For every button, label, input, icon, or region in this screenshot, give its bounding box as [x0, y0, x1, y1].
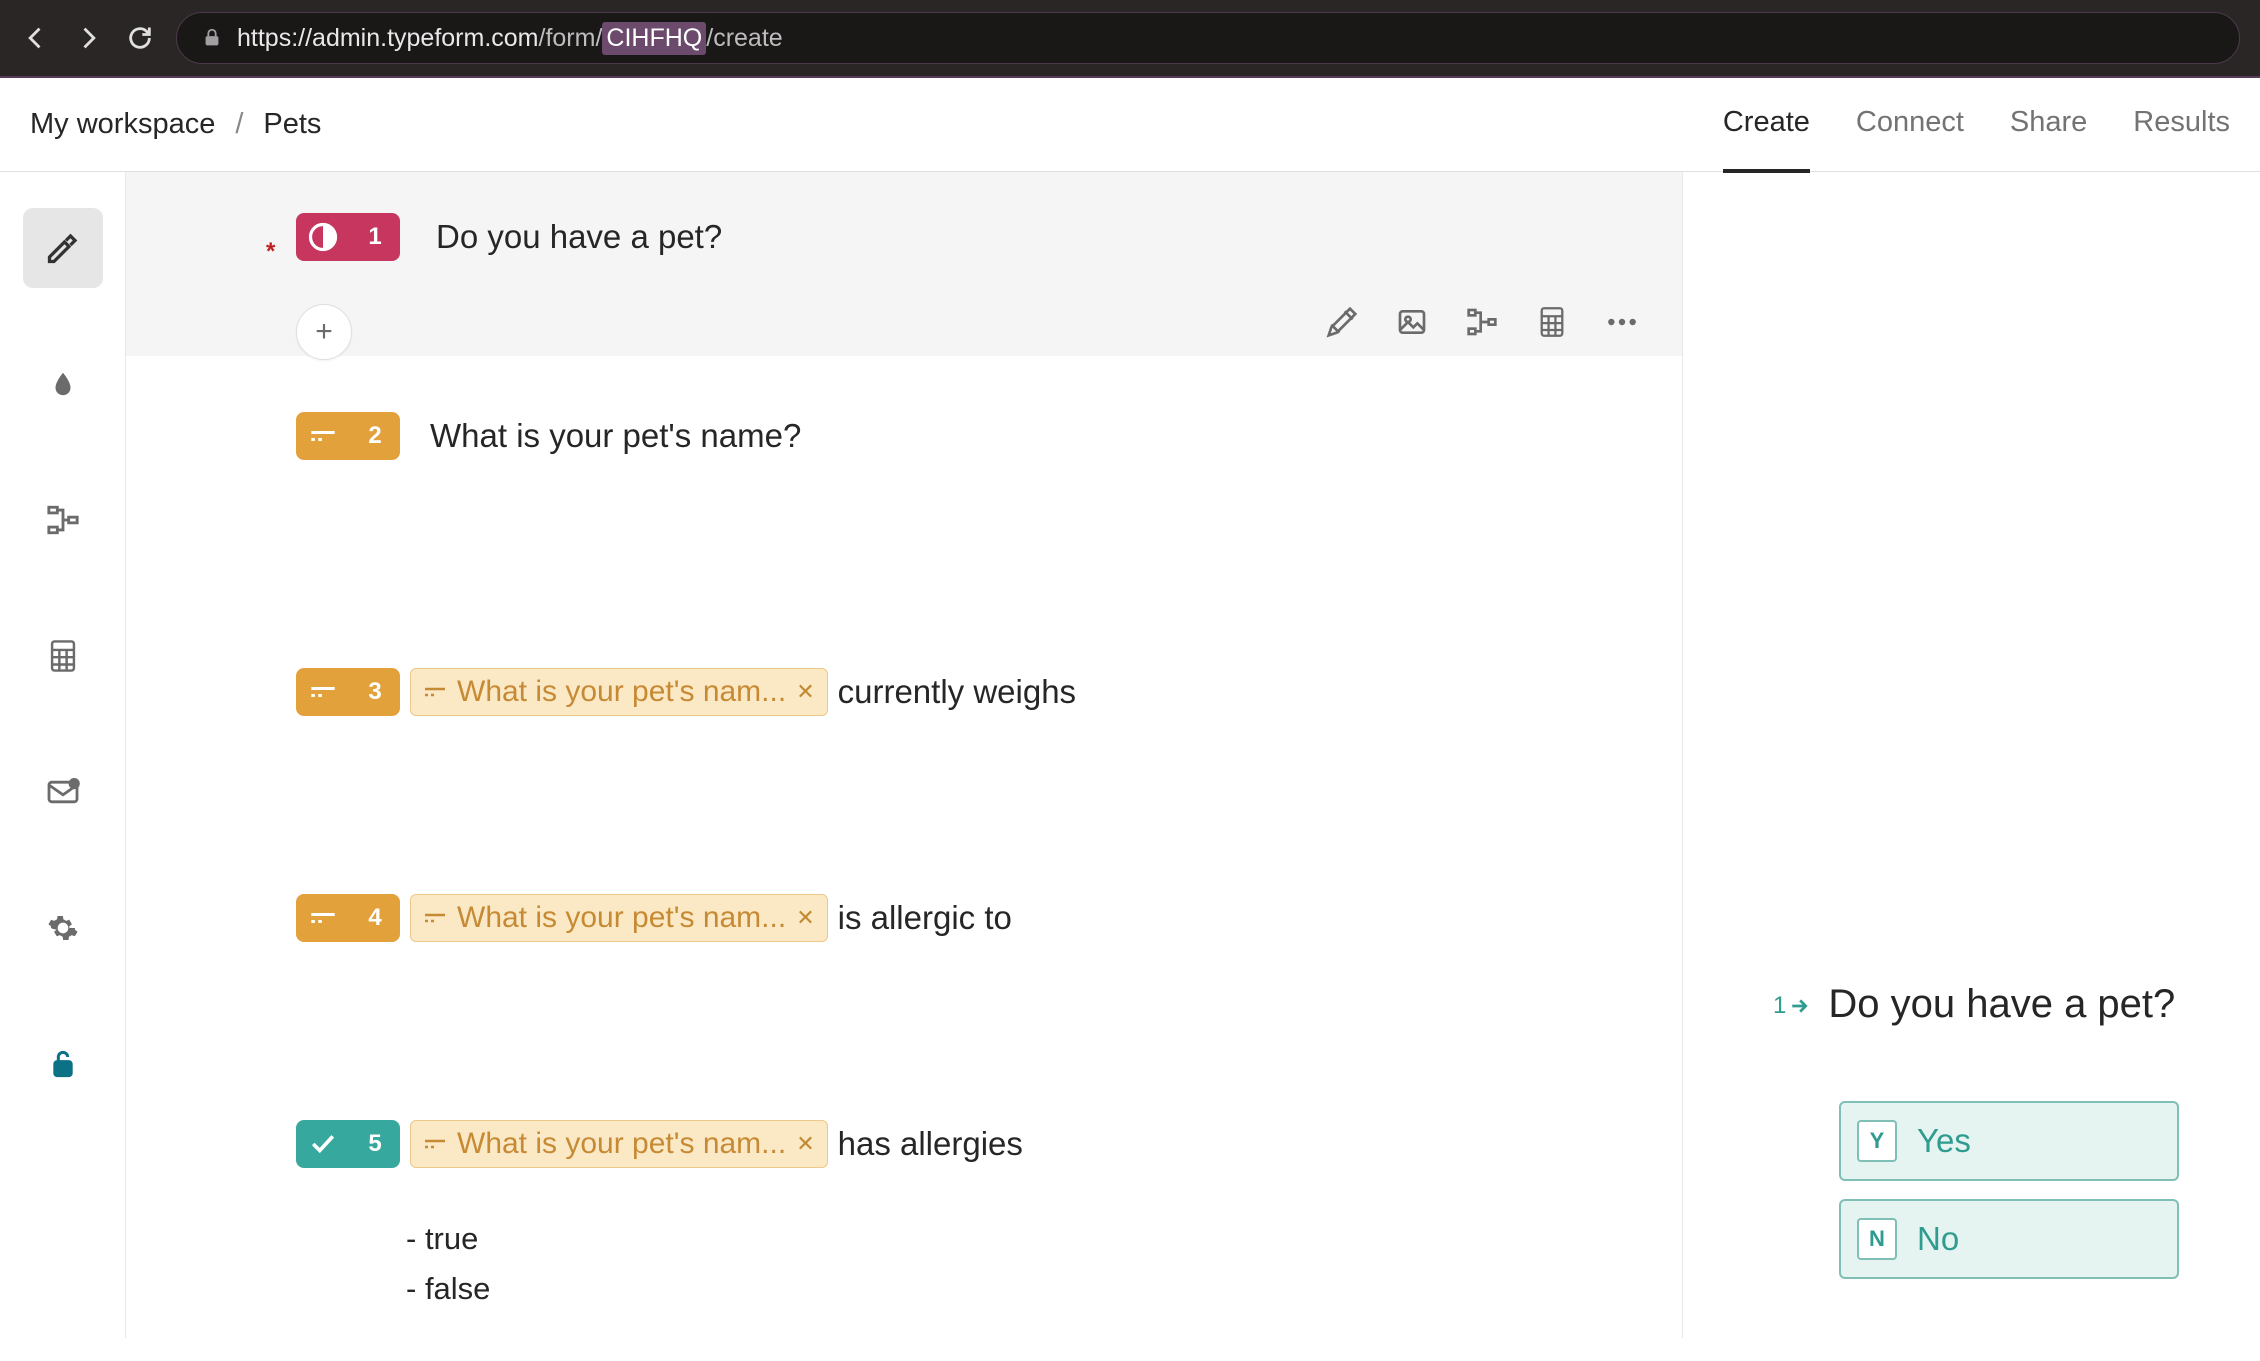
add-question-button[interactable]: + [296, 304, 352, 360]
recall-remove-icon[interactable]: ✕ [796, 1131, 814, 1157]
question-card-5[interactable]: 5 What is your pet's nam... ✕ has allerg… [126, 990, 1682, 1361]
question-card-2[interactable]: * 2 What is your pet's name? [126, 356, 1682, 508]
preview-question-title: Do you have a pet? [1828, 982, 2175, 1027]
url-bar[interactable]: https://admin.typeform.com/form/CIHFHQ/c… [176, 12, 2240, 64]
question-number: 3 [350, 678, 400, 706]
browser-chrome: https://admin.typeform.com/form/CIHFHQ/c… [0, 0, 2260, 78]
forward-button[interactable] [72, 22, 104, 54]
side-rail [0, 172, 126, 1338]
question-toolbar [1324, 304, 1640, 340]
app-header: My workspace / Pets Create Connect Share… [0, 78, 2260, 172]
question-card-4[interactable]: 4 What is your pet's nam... ✕ is allergi… [126, 764, 1682, 990]
option-label: No [1917, 1220, 1959, 1258]
back-button[interactable] [20, 22, 52, 54]
question-badge-3: 3 [296, 668, 400, 716]
rail-content-button[interactable] [23, 208, 103, 288]
rail-settings-button[interactable] [23, 888, 103, 968]
question-badge-5: 5 [296, 1120, 400, 1168]
question-badge-1: 1 [296, 213, 400, 261]
question-title[interactable]: Do you have a pet? [436, 218, 722, 256]
question-card-1[interactable]: 1 Do you have a pet? + [126, 172, 1682, 356]
question-number: 4 [350, 904, 400, 932]
breadcrumb-form[interactable]: Pets [263, 108, 321, 141]
rail-design-button[interactable] [23, 344, 103, 424]
preview-question-number: 1 [1773, 992, 1808, 1020]
short-text-icon [296, 684, 350, 700]
preview-question: 1 Do you have a pet? [1773, 982, 2210, 1027]
calculator-tool-icon[interactable] [1534, 304, 1570, 340]
tab-create[interactable]: Create [1723, 106, 1810, 173]
recall-remove-icon[interactable]: ✕ [796, 679, 814, 705]
option-key: Y [1857, 1120, 1897, 1162]
question-badge-2: 2 [296, 412, 400, 460]
lock-icon [201, 27, 223, 49]
breadcrumb-workspace[interactable]: My workspace [30, 108, 215, 141]
recall-label: What is your pet's nam... [457, 1127, 786, 1161]
tab-connect[interactable]: Connect [1856, 106, 1964, 173]
short-text-icon [296, 910, 350, 926]
logic-tool-icon[interactable] [1464, 304, 1500, 340]
breadcrumb: My workspace / Pets [30, 108, 321, 141]
tab-results[interactable]: Results [2133, 106, 2230, 173]
preview-option-yes[interactable]: Y Yes [1839, 1101, 2179, 1181]
settings-tool-icon[interactable] [1324, 304, 1360, 340]
image-tool-icon[interactable] [1394, 304, 1430, 340]
url-text: https://admin.typeform.com/form/CIHFHQ/c… [237, 22, 783, 55]
tab-share[interactable]: Share [2010, 106, 2087, 173]
question-number: 2 [350, 422, 400, 450]
required-indicator: * [266, 238, 275, 266]
preview-panel: 1 Do you have a pet? Y Yes N No [1682, 172, 2260, 1338]
recall-pill[interactable]: What is your pet's nam... ✕ [410, 894, 828, 942]
yesno-icon [296, 222, 350, 252]
rail-logic-button[interactable] [23, 480, 103, 560]
recall-remove-icon[interactable]: ✕ [796, 905, 814, 931]
header-tabs: Create Connect Share Results [1723, 106, 2230, 143]
option-key: N [1857, 1218, 1897, 1260]
rail-calculator-button[interactable] [23, 616, 103, 696]
preview-option-no[interactable]: N No [1839, 1199, 2179, 1279]
short-text-icon [296, 428, 350, 444]
question-after-text[interactable]: has allergies [838, 1125, 1023, 1163]
questions-panel: 1 Do you have a pet? + * 2 What is [126, 172, 1682, 1338]
reload-button[interactable] [124, 22, 156, 54]
check-icon [296, 1133, 350, 1155]
question-after-text[interactable]: currently weighs [838, 673, 1076, 711]
rail-followups-button[interactable] [23, 752, 103, 832]
option-label: Yes [1917, 1122, 1971, 1160]
question-number: 5 [350, 1130, 400, 1158]
more-tool-icon[interactable] [1604, 304, 1640, 340]
question-card-3[interactable]: 3 What is your pet's nam... ✕ currently … [126, 508, 1682, 764]
recall-pill[interactable]: What is your pet's nam... ✕ [410, 1120, 828, 1168]
question-badge-4: 4 [296, 894, 400, 942]
option-item: true [396, 1214, 1642, 1264]
question-number: 1 [350, 223, 400, 251]
question-title[interactable]: What is your pet's name? [430, 417, 801, 455]
option-item: false [396, 1264, 1642, 1314]
preview-options: Y Yes N No [1839, 1101, 2210, 1279]
breadcrumb-separator: / [235, 108, 243, 141]
rail-access-button[interactable] [23, 1024, 103, 1104]
recall-pill[interactable]: What is your pet's nam... ✕ [410, 668, 828, 716]
options-list: true false [396, 1214, 1642, 1313]
recall-label: What is your pet's nam... [457, 901, 786, 935]
recall-label: What is your pet's nam... [457, 675, 786, 709]
main: 1 Do you have a pet? + * 2 What is [0, 172, 2260, 1338]
question-after-text[interactable]: is allergic to [838, 899, 1012, 937]
